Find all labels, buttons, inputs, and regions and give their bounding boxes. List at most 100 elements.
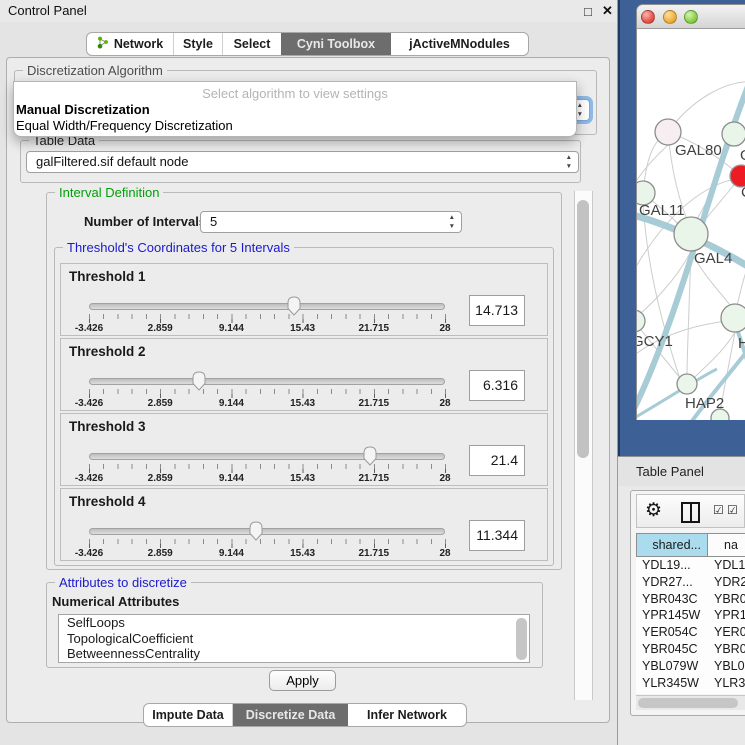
slider-minor-ticks [89, 464, 446, 469]
panel-scrollbar[interactable] [574, 191, 593, 700]
table-row[interactable]: YBL079WYBL0 [636, 658, 745, 675]
list-item[interactable]: TopologicalCoefficient [59, 631, 529, 647]
network-node-gcy1[interactable] [637, 310, 645, 332]
network-node-hap2[interactable] [677, 374, 697, 394]
interval-definition-title: Interval Definition [55, 185, 163, 200]
zoom-traffic-light[interactable] [684, 10, 698, 24]
slider-minor-ticks [89, 314, 446, 319]
close-icon[interactable]: ✕ [602, 3, 613, 19]
tab-jactivemnodules[interactable]: jActiveMNodules [391, 33, 528, 55]
app-window: Control Panel □ ✕ Network Style Select C… [0, 0, 745, 745]
table-hscrollbar-thumb[interactable] [638, 698, 738, 708]
network-view-window[interactable]: GAL80 GA GAL11 C GAL4 GCY1 H HAP2 [636, 4, 745, 420]
threshold-slider[interactable]: -3.4262.8599.14415.4321.71528 [89, 489, 445, 562]
node-label: GCY1 [637, 333, 673, 350]
table-row[interactable]: YER054CYER0 [636, 624, 745, 641]
thresholds-group-title: Threshold's Coordinates for 5 Intervals [63, 240, 294, 255]
tab-cyni-toolbox[interactable]: Cyni Toolbox [281, 33, 391, 55]
dropdown-option-manual-discretization[interactable]: Manual Discretization [16, 102, 150, 117]
tab-select[interactable]: Select [223, 33, 281, 55]
slider-thumb[interactable] [191, 371, 208, 394]
slider-thumb[interactable] [286, 296, 303, 319]
number-of-intervals-combobox[interactable]: 5 ▲▼ [200, 211, 462, 233]
panel-scrollbar-thumb[interactable] [577, 200, 589, 458]
select-columns-icon[interactable]: ☑ [713, 503, 724, 517]
tab-impute-data[interactable]: Impute Data [144, 704, 233, 726]
slider-minor-ticks [89, 389, 446, 394]
top-tabbar: Network Style Select Cyni Toolbox jActiv… [86, 32, 529, 56]
list-item[interactable]: SelfLoops [59, 615, 529, 631]
threshold-value-field[interactable]: 6.316 [469, 370, 525, 401]
float-window-icon[interactable]: □ [584, 4, 592, 19]
tab-infer-network-label: Infer Network [367, 708, 447, 722]
node-label: GAL4 [694, 250, 732, 267]
slider-track[interactable] [89, 303, 445, 310]
network-node[interactable] [722, 122, 745, 146]
combo-stepper-icon[interactable]: ▲▼ [577, 101, 583, 119]
numerical-attributes-list[interactable]: SelfLoops TopologicalCoefficient Between… [58, 614, 530, 663]
tab-style[interactable]: Style [174, 33, 223, 55]
column-header-name[interactable]: na [708, 533, 745, 557]
network-node-gal4[interactable] [674, 217, 708, 251]
minimize-traffic-light[interactable] [663, 10, 677, 24]
column-layout-icon[interactable] [681, 502, 700, 523]
threshold-slider[interactable]: -3.4262.8599.14415.4321.71528 [89, 264, 445, 337]
select-all-icon[interactable]: ☑ [727, 503, 738, 517]
node-label: GAL80 [675, 142, 722, 159]
node-label: GA [740, 147, 745, 164]
table-row[interactable]: YDL19...YDL1 [636, 557, 745, 574]
table-data-combobox[interactable]: galFiltered.sif default node ▲▼ [26, 151, 579, 173]
threshold-value-field[interactable]: 11.344 [469, 520, 525, 551]
table-panel-titlebar: Table Panel [618, 456, 745, 486]
network-node[interactable] [721, 304, 745, 332]
threshold-slider[interactable]: -3.4262.8599.14415.4321.71528 [89, 339, 445, 412]
table-row[interactable]: YBR045CYBR0 [636, 641, 745, 658]
threshold-row-2: Threshold 2 -3.4262.8599.14415.4321.7152… [60, 338, 548, 411]
tab-discretize-data-label: Discretize Data [246, 708, 336, 722]
control-panel-titlebar: Control Panel [0, 0, 618, 22]
tab-infer-network[interactable]: Infer Network [348, 704, 466, 726]
table-horizontal-scrollbar[interactable] [636, 695, 745, 710]
slider-thumb[interactable] [248, 521, 265, 544]
threshold-value-field[interactable]: 21.4 [469, 445, 525, 476]
tab-network[interactable]: Network [87, 33, 174, 55]
network-canvas[interactable]: GAL80 GA GAL11 C GAL4 GCY1 H HAP2 [637, 29, 745, 420]
network-graph: GAL80 GA GAL11 C GAL4 GCY1 H HAP2 [637, 29, 745, 420]
table-row[interactable]: YPR145WYPR1 [636, 607, 745, 624]
slider-scale: -3.4262.8599.14415.4321.71528 [89, 473, 445, 485]
tab-impute-data-label: Impute Data [152, 708, 224, 722]
attributes-group-title: Attributes to discretize [55, 575, 191, 590]
table-row[interactable]: YLR345WYLR3 [636, 675, 745, 692]
close-traffic-light[interactable] [641, 10, 655, 24]
dropdown-option-equal-width-frequency[interactable]: Equal Width/Frequency Discretization [16, 118, 233, 133]
network-tab-icon [97, 36, 109, 52]
slider-track[interactable] [89, 453, 445, 460]
algorithm-dropdown-popup: Select algorithm to view settings Manual… [13, 81, 577, 137]
column-header-shared-name[interactable]: shared... [636, 533, 708, 557]
tab-style-label: Style [183, 37, 213, 51]
numerical-attributes-header: Numerical Attributes [52, 594, 179, 609]
discretization-algorithm-title: Discretization Algorithm [23, 63, 167, 78]
tab-select-label: Select [234, 37, 271, 51]
slider-scale: -3.4262.8599.14415.4321.71528 [89, 548, 445, 560]
dropdown-hint: Select algorithm to view settings [14, 86, 576, 101]
table-row[interactable]: YDR27...YDR2 [636, 574, 745, 591]
slider-track[interactable] [89, 378, 445, 385]
threshold-slider[interactable]: -3.4262.8599.14415.4321.71528 [89, 414, 445, 487]
list-scrollbar-thumb[interactable] [516, 618, 527, 660]
gear-icon[interactable]: ⚙ [645, 499, 662, 522]
combo-stepper-icon[interactable]: ▲▼ [449, 213, 455, 231]
slider-track[interactable] [89, 528, 445, 535]
node-label: C [741, 184, 745, 201]
threshold-value-field[interactable]: 14.713 [469, 295, 525, 326]
bottom-tabbar: Impute Data Discretize Data Infer Networ… [143, 703, 467, 727]
combo-stepper-icon[interactable]: ▲▼ [566, 153, 572, 171]
tab-discretize-data[interactable]: Discretize Data [233, 704, 348, 726]
node-label: H [738, 335, 745, 352]
table-row[interactable]: YIL052CYIL0 [636, 691, 745, 694]
slider-thumb[interactable] [362, 446, 379, 469]
table-row[interactable]: YBR043CYBR0 [636, 591, 745, 608]
apply-button[interactable]: Apply [269, 670, 336, 691]
network-window-titlebar [637, 5, 745, 29]
list-item[interactable]: BetweennessCentrality [59, 646, 529, 662]
